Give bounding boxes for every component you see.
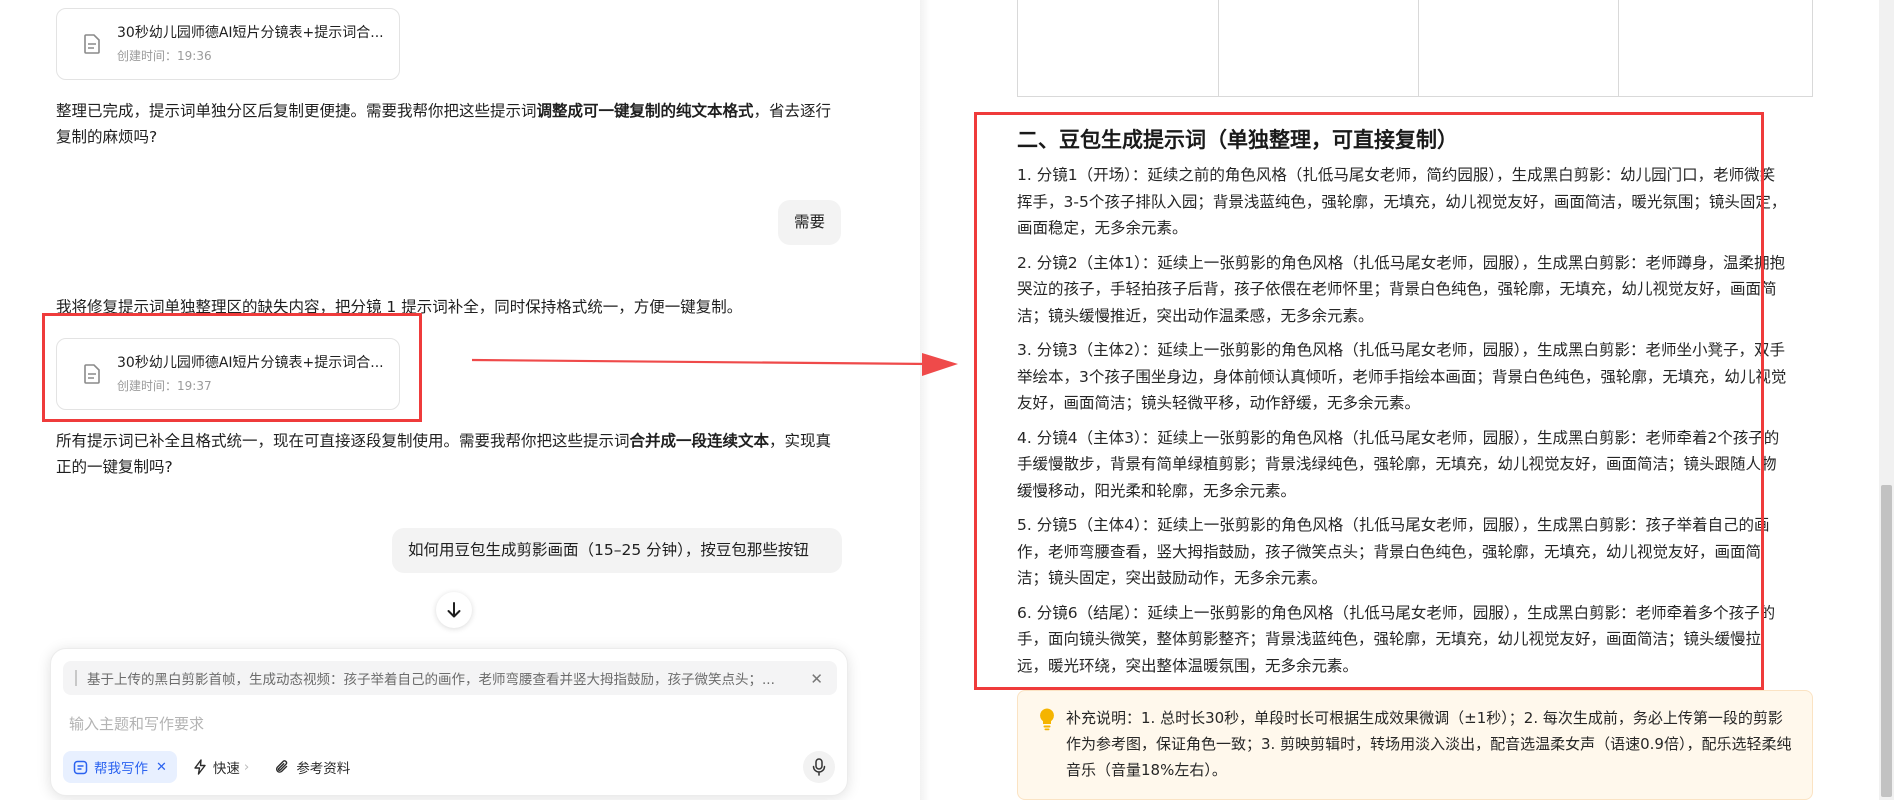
fast-mode-label: 快速	[212, 761, 240, 777]
prompt-input[interactable]: 输入主题和写作要求	[69, 713, 204, 734]
user-message: 如何用豆包生成剪影画面（15–25 分钟），按豆包那些按钮	[392, 528, 842, 573]
message-text: 所有提示词已补全且格式统一，现在可直接逐段复制使用。需要我帮你把这些提示词	[56, 432, 630, 450]
table-column-line	[1618, 0, 1619, 96]
close-icon[interactable]: ✕	[156, 760, 167, 775]
write-icon	[73, 760, 88, 775]
message-bold-text: 合并成一段连续文本	[629, 432, 770, 450]
write-assist-chip[interactable]: 帮我写作 ✕	[63, 751, 177, 783]
assistant-message: 所有提示词已补全且格式统一，现在可直接逐段复制使用。需要我帮你把这些提示词合并成…	[56, 428, 842, 480]
write-assist-label: 帮我写作	[94, 761, 148, 777]
scrollbar-thumb[interactable]	[1881, 485, 1892, 797]
message-text: 整理已完成，提示词单独分区后复制更便捷。需要我帮你把这些提示词	[56, 102, 537, 120]
table-column-line	[1218, 0, 1219, 96]
microphone-icon	[812, 758, 826, 776]
chevron-icon: ›	[243, 759, 250, 775]
fast-mode-button[interactable]: 快速 ›	[183, 751, 259, 783]
vertical-scrollbar[interactable]	[1879, 0, 1894, 800]
assistant-message: 整理已完成，提示词单独分区后复制更便捷。需要我帮你把这些提示词调整成可一键复制的…	[56, 98, 842, 150]
file-name: 30秒幼儿园师德AI短片分镜表+提示词合...	[117, 25, 384, 41]
document-icon	[81, 33, 103, 55]
user-message: 需要	[778, 200, 842, 245]
quote-text: 基于上传的黑白剪影首帧，生成动态视频：孩子举着自己的画作，老师弯腰查看并竖大拇指…	[87, 672, 775, 688]
reference-material-label: 参考资料	[296, 761, 351, 777]
close-icon[interactable]: ✕	[810, 670, 823, 688]
arrow-down-icon	[447, 602, 461, 618]
quoted-reference: 基于上传的黑白剪影首帧，生成动态视频：孩子举着自己的画作，老师弯腰查看并竖大拇指…	[63, 661, 837, 695]
note-text: 补充说明：1. 总时长30秒，单段时长可根据生成效果微调（±1秒）；2. 每次生…	[1066, 709, 1792, 779]
pane-divider	[920, 0, 930, 800]
voice-input-button[interactable]	[803, 751, 835, 783]
message-composer: 基于上传的黑白剪影首帧，生成动态视频：孩子举着自己的画作，老师弯腰查看并竖大拇指…	[50, 648, 848, 796]
chat-pane: 30秒幼儿园师德AI短片分镜表+提示词合... 创建时间：19:36 整理已完成…	[0, 0, 920, 800]
quote-bar	[75, 670, 77, 686]
file-created-time: 创建时间：19:36	[117, 49, 212, 63]
annotation-highlight-box	[974, 112, 1764, 690]
scroll-to-bottom-button[interactable]	[436, 592, 472, 628]
paperclip-icon	[275, 759, 290, 775]
supplement-note: 补充说明：1. 总时长30秒，单段时长可根据生成效果微调（±1秒）；2. 每次生…	[1017, 690, 1813, 800]
annotation-highlight-box	[42, 313, 422, 422]
table-column-line	[1418, 0, 1419, 96]
composer-toolbar: 帮我写作 ✕ 快速 › 参考资料	[63, 751, 366, 783]
document-pane: 二、豆包生成提示词（单独整理，可直接复制） 1. 分镜1（开场）：延续之前的角色…	[920, 0, 1894, 800]
storyboard-table-bottom	[1017, 0, 1813, 97]
message-bold-text: 调整成可一键复制的纯文本格式	[536, 102, 754, 120]
file-card[interactable]: 30秒幼儿园师德AI短片分镜表+提示词合... 创建时间：19:36	[56, 8, 400, 80]
lightbulb-icon	[1038, 707, 1056, 735]
lightning-icon	[193, 759, 207, 775]
reference-material-button[interactable]: 参考资料	[265, 751, 360, 783]
